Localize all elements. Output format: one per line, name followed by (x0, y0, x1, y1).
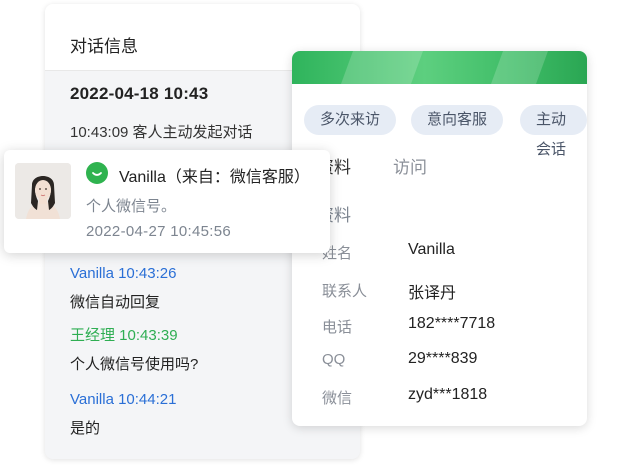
chat-message: Vanilla 10:43:26 微信自动回复 (70, 264, 176, 313)
message-text: 微信自动回复 (70, 294, 161, 311)
notification-sender: Vanilla（来自：微信客服） (119, 169, 310, 186)
message-notification[interactable]: Vanilla（来自：微信客服） 个人微信号。 2022-04-27 10:45… (4, 150, 330, 253)
message-sender: 王经理 10:43:39 (70, 327, 178, 344)
field-value-qq: 29****839 (408, 350, 478, 367)
info-banner (292, 51, 587, 84)
chat-message: Vanilla 10:44:21 是的 (70, 390, 176, 439)
message-text: 个人微信号使用吗? (70, 356, 199, 373)
field-value-name: Vanilla (408, 241, 455, 258)
notification-time: 2022-04-27 10:45:56 (86, 223, 231, 240)
field-value-contact: 张译丹 (408, 285, 457, 302)
field-label-wechat: 微信 (322, 390, 353, 407)
chat-message: 王经理 10:43:39 个人微信号使用吗? (70, 326, 198, 375)
avatar-portrait-icon (15, 163, 71, 219)
notification-message: 个人微信号。 (86, 198, 177, 215)
wechat-icon (86, 162, 108, 184)
banner-stripe (340, 51, 424, 84)
banner-stripe (490, 51, 549, 84)
customer-info-panel: 多次来访 意向客服 主动会话 资料 访问 资料 姓名 Vanilla 联系人 张… (292, 51, 587, 426)
field-value-phone: 182****7718 (408, 315, 496, 332)
tag-active-chat[interactable]: 主动会话 (520, 105, 587, 158)
tag-frequent-visitor[interactable]: 多次来访 (304, 105, 397, 135)
conversation-date: 2022-04-18 10:43 (70, 84, 209, 103)
tab-visits[interactable]: 访问 (393, 153, 427, 178)
avatar (15, 163, 71, 219)
conversation-title: 对话信息 (70, 37, 138, 56)
field-label-contact: 联系人 (322, 283, 368, 300)
field-label-phone: 电话 (322, 319, 353, 336)
message-text: 是的 (70, 420, 101, 437)
field-label-qq: QQ (322, 351, 346, 368)
message-sender: Vanilla 10:43:26 (70, 265, 177, 282)
tag-intended-service[interactable]: 意向客服 (411, 105, 504, 135)
conversation-event: 10:43:09 客人主动发起对话 (70, 124, 253, 141)
field-value-wechat: zyd***1818 (408, 386, 488, 403)
message-sender: Vanilla 10:44:21 (70, 391, 177, 408)
